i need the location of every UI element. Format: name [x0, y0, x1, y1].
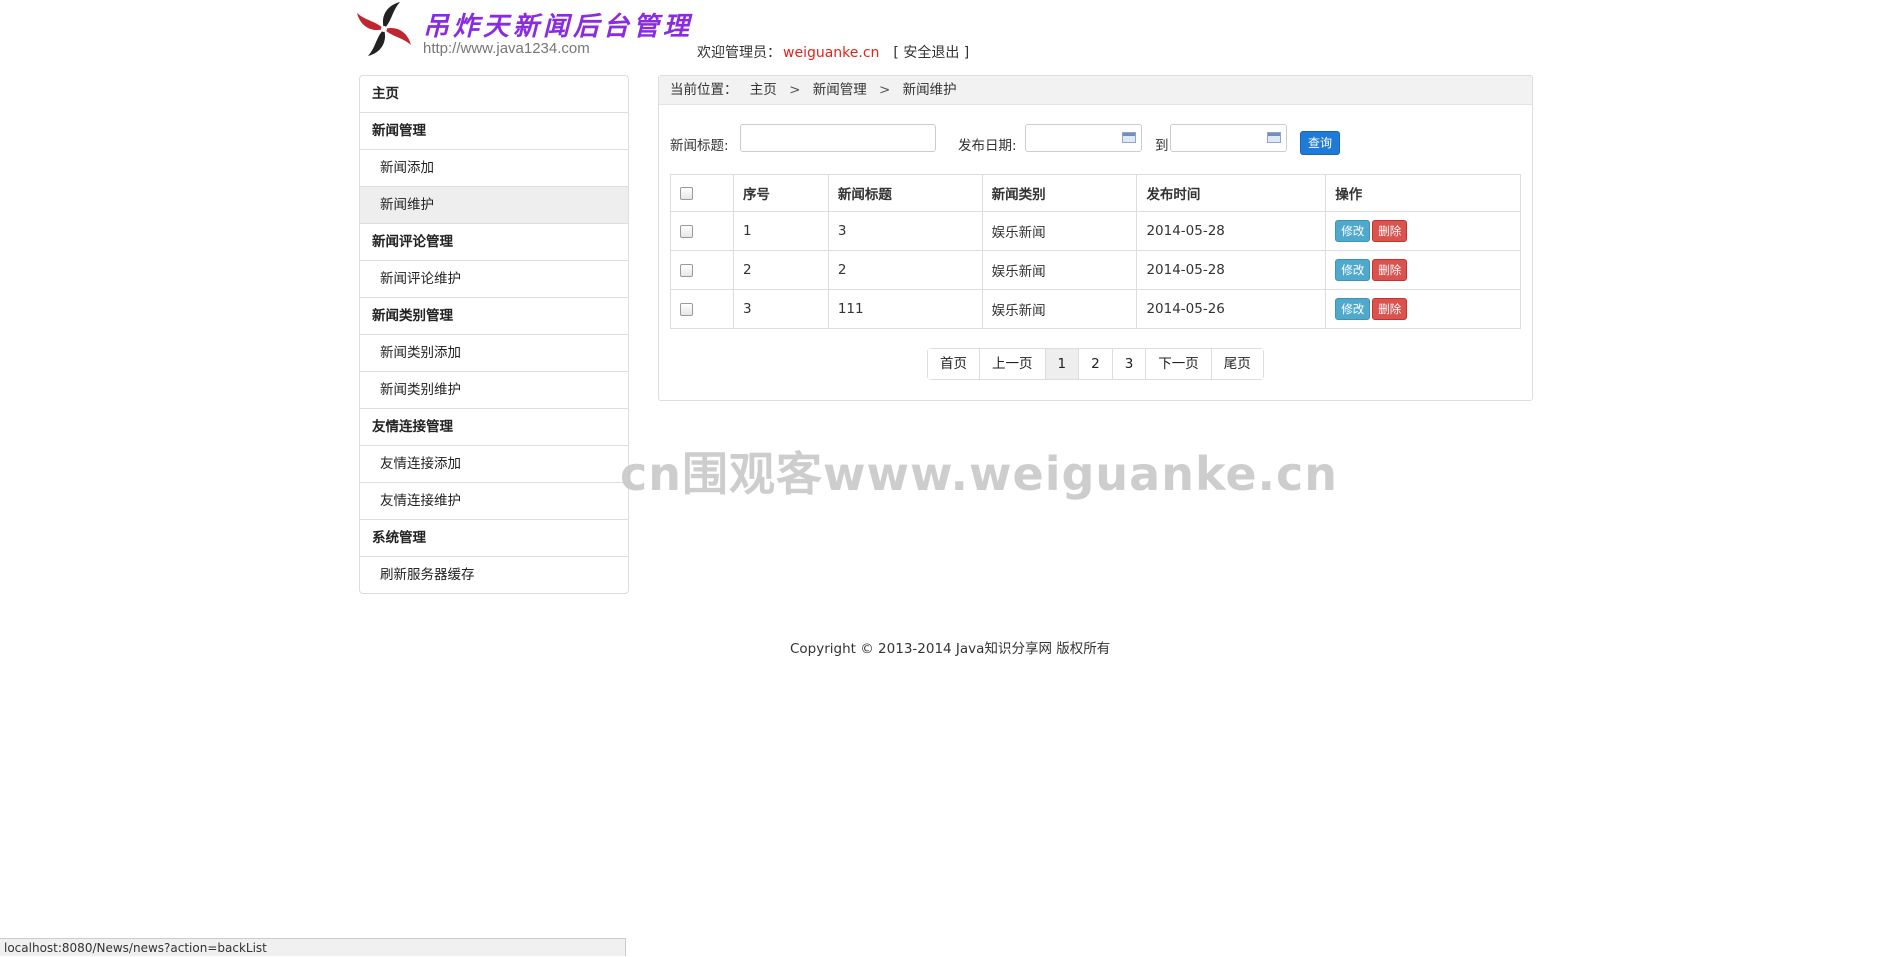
sidebar-item-refresh-cache[interactable]: 刷新服务器缓存	[360, 556, 628, 593]
cell-title: 2	[827, 250, 983, 290]
select-all-cell	[670, 174, 734, 212]
breadcrumb: 当前位置： 主页 > 新闻管理 > 新闻维护	[659, 76, 1532, 105]
row-checkbox-cell	[670, 211, 734, 251]
column-header-category: 新闻类别	[981, 174, 1138, 212]
cell-no: 3	[732, 289, 829, 329]
cell-date: 2014-05-28	[1136, 211, 1327, 251]
edit-button[interactable]: 修改	[1335, 220, 1371, 242]
sidebar-group-system[interactable]: 系统管理	[360, 519, 628, 556]
search-form: 新闻标题: 发布日期: 到 查询	[670, 124, 1520, 155]
breadcrumb-news-manage[interactable]: 新闻管理	[813, 82, 867, 98]
column-header-no: 序号	[732, 174, 829, 212]
query-button[interactable]: 查询	[1300, 131, 1341, 155]
cell-date: 2014-05-28	[1136, 250, 1327, 290]
sidebar-item-comments-maintain[interactable]: 新闻评论维护	[360, 260, 628, 297]
sidebar-item-category-add[interactable]: 新闻类别添加	[360, 334, 628, 371]
title-search-input[interactable]	[740, 124, 936, 152]
edit-button[interactable]: 修改	[1335, 298, 1371, 320]
table-row: 2 2 娱乐新闻 2014-05-28 修改 删除	[670, 250, 1521, 290]
logout-link[interactable]: [ 安全退出 ]	[893, 45, 969, 61]
cell-category: 娱乐新闻	[981, 211, 1138, 251]
calendar-icon[interactable]	[1267, 132, 1281, 143]
sidebar-group-news[interactable]: 新闻管理	[360, 112, 628, 149]
breadcrumb-home[interactable]: 主页	[750, 82, 777, 98]
pagination: 首页 上一页 1 2 3 下一页 尾页	[927, 348, 1264, 380]
breadcrumb-separator: >	[789, 82, 801, 98]
welcome-label: 欢迎管理员：	[697, 45, 781, 61]
row-checkbox[interactable]	[680, 224, 693, 238]
pager-page-3[interactable]: 3	[1111, 349, 1146, 379]
pager-page-2[interactable]: 2	[1078, 349, 1112, 379]
welcome-bar: 欢迎管理员： weiguanke.cn [ 安全退出 ]	[697, 42, 969, 62]
row-checkbox[interactable]	[680, 302, 693, 316]
cell-actions: 修改 删除	[1325, 211, 1521, 251]
pager-last[interactable]: 尾页	[1210, 349, 1263, 379]
column-header-date: 发布时间	[1136, 174, 1327, 212]
cell-no: 1	[732, 211, 829, 251]
cell-category: 娱乐新闻	[981, 289, 1138, 329]
breadcrumb-prefix: 当前位置：	[670, 82, 738, 98]
table-header-row: 序号 新闻标题 新闻类别 发布时间 操作	[670, 174, 1521, 212]
browser-status-bar: localhost:8080/News/news?action=backList	[0, 938, 626, 956]
calendar-icon[interactable]	[1122, 132, 1136, 143]
title-label: 新闻标题:	[670, 138, 729, 154]
breadcrumb-separator: >	[879, 82, 891, 98]
date-label: 发布日期:	[958, 138, 1017, 154]
breadcrumb-current: 新闻维护	[902, 82, 957, 98]
sidebar-item-link-add[interactable]: 友情连接添加	[360, 445, 628, 482]
news-table: 序号 新闻标题 新闻类别 发布时间 操作 1 3 娱乐新闻 2014-05-28…	[670, 174, 1521, 329]
copyright-text: Copyright © 2013-2014 Java知识分享网 版权所有	[790, 641, 1111, 657]
admin-username: weiguanke.cn	[783, 45, 880, 61]
cell-actions: 修改 删除	[1325, 250, 1521, 290]
row-checkbox-cell	[670, 289, 734, 329]
sidebar-group-links[interactable]: 友情连接管理	[360, 408, 628, 445]
sidebar-item-category-maintain[interactable]: 新闻类别维护	[360, 371, 628, 408]
cell-title: 3	[827, 211, 983, 251]
delete-button[interactable]: 删除	[1372, 259, 1408, 281]
pager-page-1[interactable]: 1	[1044, 349, 1079, 379]
row-checkbox-cell	[670, 250, 734, 290]
table-row: 1 3 娱乐新闻 2014-05-28 修改 删除	[670, 211, 1521, 251]
pager-first[interactable]: 首页	[928, 349, 979, 379]
row-checkbox[interactable]	[680, 263, 693, 277]
table-row: 3 111 娱乐新闻 2014-05-26 修改 删除	[670, 289, 1521, 329]
sidebar-item-news-add[interactable]: 新闻添加	[360, 149, 628, 186]
column-header-title: 新闻标题	[827, 174, 983, 212]
site-url: http://www.java1234.com	[423, 40, 590, 57]
sidebar-group-categories[interactable]: 新闻类别管理	[360, 297, 628, 334]
edit-button[interactable]: 修改	[1335, 259, 1371, 281]
sidebar-group-comments[interactable]: 新闻评论管理	[360, 223, 628, 260]
column-header-actions: 操作	[1325, 174, 1521, 212]
page-header: 吊炸天新闻后台管理 http://www.java1234.com 欢迎管理员：…	[355, 0, 1175, 70]
sidebar-nav: 主页 新闻管理 新闻添加 新闻维护 新闻评论管理 新闻评论维护 新闻类别管理 新…	[359, 75, 629, 594]
sidebar-item-news-maintain[interactable]: 新闻维护	[360, 186, 628, 223]
delete-button[interactable]: 删除	[1372, 298, 1408, 320]
to-label: 到	[1155, 138, 1169, 154]
select-all-checkbox[interactable]	[680, 186, 693, 200]
pager-prev[interactable]: 上一页	[979, 349, 1045, 379]
sidebar-item-home[interactable]: 主页	[360, 76, 628, 112]
cell-title: 111	[827, 289, 983, 329]
cell-category: 娱乐新闻	[981, 250, 1138, 290]
watermark: cn围观客www.weiguanke.cn	[620, 447, 1339, 501]
cell-actions: 修改 删除	[1325, 289, 1521, 329]
cell-date: 2014-05-26	[1136, 289, 1327, 329]
pinwheel-logo-icon	[357, 2, 411, 56]
delete-button[interactable]: 删除	[1372, 220, 1408, 242]
sidebar-item-link-maintain[interactable]: 友情连接维护	[360, 482, 628, 519]
pager-next[interactable]: 下一页	[1145, 349, 1211, 379]
site-title: 吊炸天新闻后台管理	[423, 12, 694, 42]
cell-no: 2	[732, 250, 829, 290]
main-panel: 当前位置： 主页 > 新闻管理 > 新闻维护 新闻标题: 发布日期: 到 查询 …	[658, 75, 1533, 401]
